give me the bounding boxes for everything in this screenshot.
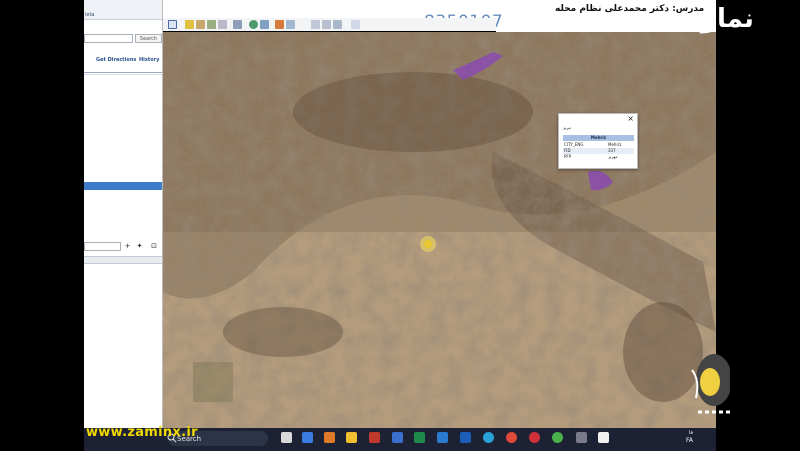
copilot-icon[interactable] [302,432,313,443]
outlook-icon[interactable] [460,432,471,443]
panel-links: Get Directions History [84,57,162,66]
overlay-icon[interactable] [218,20,227,29]
search-input[interactable] [84,34,133,43]
save-image-icon[interactable] [333,20,342,29]
print-icon[interactable] [322,20,331,29]
watermark-url: www.zaminx.ir [86,425,198,440]
chrome-profile-icon[interactable] [552,432,563,443]
mascot-icon [691,354,730,414]
get-directions-link[interactable]: Get Directions [96,57,136,63]
placemark-icon[interactable] [185,20,194,29]
telegram-icon[interactable] [483,432,494,443]
sidebar-toggle-icon[interactable] [168,20,177,29]
feature-popup: × تبریز Mehriz CITY_ENG Mehriz FID 337 P… [558,113,638,169]
left-panel: leta Search Get Directions History + ✦ ⊡ [84,0,163,428]
popup-title: تبریز [563,125,571,130]
tour-icon[interactable] [233,20,242,29]
search-button[interactable]: Search [135,34,162,43]
map-toolbar [163,18,496,31]
app-icon[interactable] [598,432,609,443]
panel-divider-2 [84,256,162,264]
layer-view-icon[interactable]: ⊡ [148,242,160,251]
layer-input[interactable] [84,242,121,251]
path-icon[interactable] [207,20,216,29]
firefox-icon[interactable] [324,432,335,443]
letterbox-left [0,0,84,451]
excel-icon[interactable] [414,432,425,443]
language-indicator[interactable]: FA [686,437,693,444]
popup-value: مهریز [608,154,618,159]
search-row: Search [84,34,162,44]
word-icon[interactable] [392,432,403,443]
email-icon[interactable] [311,20,320,29]
panel-divider [84,72,162,75]
ruler-icon[interactable] [286,20,295,29]
app-icon[interactable] [281,432,292,443]
popup-key: PFP [564,154,572,159]
chrome-icon[interactable] [506,432,517,443]
popup-header: Mehriz [563,135,634,141]
brand-logo: نماوید [676,4,755,34]
file-explorer-icon[interactable] [346,432,357,443]
globe-icon[interactable] [249,20,258,29]
popup-row: PFP مهریز [563,154,634,160]
polygon-icon[interactable] [196,20,205,29]
app-icon[interactable] [369,432,380,443]
terrain-layer [163,32,716,428]
maps-icon[interactable] [351,20,360,29]
tray-language-label: فا [689,430,693,436]
history-link[interactable]: History [139,57,159,63]
app-icon[interactable] [576,432,587,443]
planets-icon[interactable] [275,20,284,29]
close-icon[interactable]: × [627,115,634,123]
layer-options-icon[interactable]: ✦ [135,242,144,251]
satellite-map[interactable]: × تبریز Mehriz CITY_ENG Mehriz FID 337 P… [163,32,716,428]
opera-icon[interactable] [529,432,540,443]
selected-list-item[interactable] [84,182,162,190]
sun-icon[interactable] [260,20,269,29]
layer-row: + ✦ ⊡ [84,241,162,253]
panel-title: leta [84,0,162,20]
edge-icon[interactable] [437,432,448,443]
add-layer-icon[interactable]: + [123,242,132,251]
